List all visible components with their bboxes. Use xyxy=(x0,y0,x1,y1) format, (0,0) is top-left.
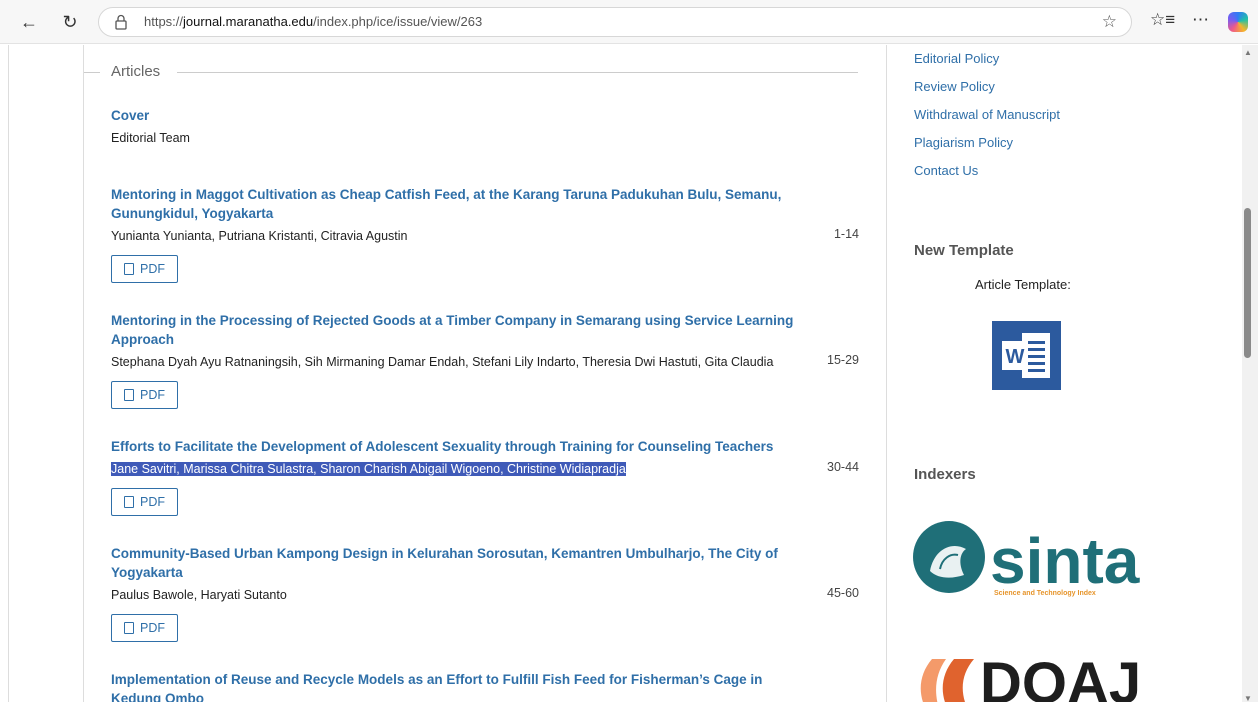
scrollbar-thumb[interactable] xyxy=(1244,208,1251,358)
pdf-file-icon xyxy=(124,622,134,634)
page-content: Articles Cover Editorial Team Mentoring … xyxy=(0,45,1242,702)
refresh-icon[interactable]: ↻ xyxy=(58,10,82,34)
page-border-left xyxy=(8,45,9,702)
heading-rule-right xyxy=(177,72,858,73)
word-logo-graphic: W xyxy=(1002,333,1050,378)
sidebar-link-review-policy[interactable]: Review Policy xyxy=(914,79,995,94)
article-item: Efforts to Facilitate the Development of… xyxy=(111,437,861,516)
article-pages: 45-60 xyxy=(827,586,859,600)
article-item: Cover Editorial Team xyxy=(111,106,861,147)
svg-text:sinta: sinta xyxy=(990,525,1140,597)
browser-toolbar: ← ↻ https://journal.maranatha.edu/index.… xyxy=(0,0,1258,44)
back-arrow-icon[interactable]: ← xyxy=(17,10,41,34)
copilot-icon[interactable] xyxy=(1228,12,1248,32)
favorite-star-icon[interactable]: ☆ xyxy=(1102,12,1117,32)
pdf-button[interactable]: PDF xyxy=(111,614,178,642)
sidebar-border xyxy=(886,45,887,702)
pdf-file-icon xyxy=(124,263,134,275)
article-title-link[interactable]: Implementation of Reuse and Recycle Mode… xyxy=(111,670,811,702)
sinta-logo[interactable]: sinta Science and Technology Index xyxy=(912,519,1142,599)
article-authors: Editorial Team xyxy=(111,131,190,145)
pdf-button[interactable]: PDF xyxy=(111,255,178,283)
article-title-link[interactable]: Cover xyxy=(111,106,811,125)
doaj-logo[interactable]: DOAJ xyxy=(916,645,1146,702)
articles-heading: Articles xyxy=(111,63,161,80)
lock-icon xyxy=(115,14,127,30)
pdf-label: PDF xyxy=(140,262,165,276)
article-authors: Paulus Bawole, Haryati Sutanto xyxy=(111,588,287,602)
indexers-heading: Indexers xyxy=(914,466,976,483)
scroll-up-arrow-icon[interactable]: ▲ xyxy=(1244,48,1252,57)
sidebar-link-plagiarism[interactable]: Plagiarism Policy xyxy=(914,135,1013,150)
sidebar-link-editorial-policy[interactable]: Editorial Policy xyxy=(914,51,999,66)
article-item: Mentoring in the Processing of Rejected … xyxy=(111,311,861,409)
article-pages: 15-29 xyxy=(827,353,859,367)
article-title-link[interactable]: Mentoring in Maggot Cultivation as Cheap… xyxy=(111,185,811,223)
address-bar[interactable]: https://journal.maranatha.edu/index.php/… xyxy=(98,7,1132,37)
pdf-label: PDF xyxy=(140,621,165,635)
article-authors-selected: Jane Savitri, Marissa Chitra Sulastra, S… xyxy=(111,462,626,476)
article-item: Implementation of Reuse and Recycle Mode… xyxy=(111,670,861,702)
svg-text:W: W xyxy=(1006,346,1025,368)
pdf-button[interactable]: PDF xyxy=(111,381,178,409)
article-item: Mentoring in Maggot Cultivation as Cheap… xyxy=(111,185,861,283)
new-template-heading: New Template xyxy=(914,242,1014,259)
word-document-icon[interactable]: W xyxy=(992,321,1061,390)
more-options-icon[interactable]: ⋯ xyxy=(1192,10,1209,30)
svg-text:DOAJ: DOAJ xyxy=(980,651,1141,702)
article-authors: Stephana Dyah Ayu Ratnaningsih, Sih Mirm… xyxy=(111,355,774,369)
article-authors: Yunianta Yunianta, Putriana Kristanti, C… xyxy=(111,229,408,243)
url-text: https://journal.maranatha.edu/index.php/… xyxy=(144,14,483,29)
vertical-scrollbar[interactable] xyxy=(1242,45,1258,702)
heading-rule-left xyxy=(84,72,100,73)
article-item: Community-Based Urban Kampong Design in … xyxy=(111,544,861,642)
article-template-label: Article Template: xyxy=(975,277,1071,292)
pdf-file-icon xyxy=(124,496,134,508)
favorites-icon[interactable]: ☆≡ xyxy=(1150,10,1175,30)
pdf-label: PDF xyxy=(140,388,165,402)
main-border-left xyxy=(83,45,84,702)
svg-text:Science and Technology Index: Science and Technology Index xyxy=(994,590,1096,597)
article-title-link[interactable]: Efforts to Facilitate the Development of… xyxy=(111,437,811,456)
sidebar-link-contact[interactable]: Contact Us xyxy=(914,163,978,178)
sidebar-link-withdrawal[interactable]: Withdrawal of Manuscript xyxy=(914,107,1060,122)
article-pages: 1-14 xyxy=(833,227,859,241)
article-pages: 30-44 xyxy=(827,460,859,474)
pdf-button[interactable]: PDF xyxy=(111,488,178,516)
pdf-file-icon xyxy=(124,389,134,401)
article-title-link[interactable]: Community-Based Urban Kampong Design in … xyxy=(111,544,811,582)
pdf-label: PDF xyxy=(140,495,165,509)
article-title-link[interactable]: Mentoring in the Processing of Rejected … xyxy=(111,311,811,349)
